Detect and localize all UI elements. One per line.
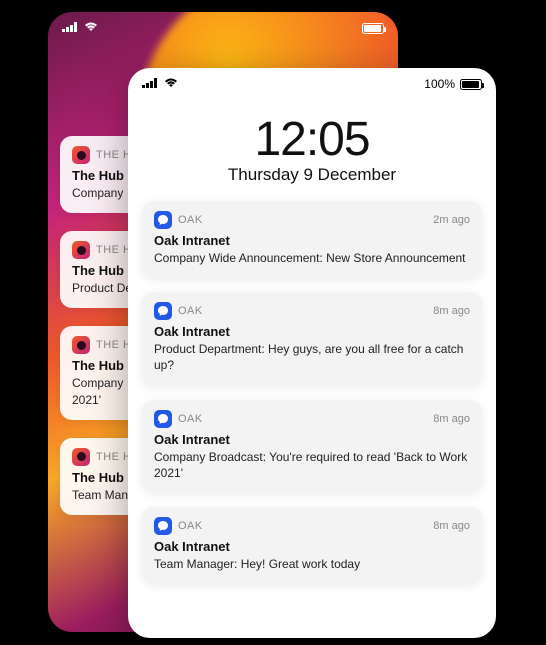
notification-time: 8m ago <box>433 520 470 532</box>
notification-time: 8m ago <box>433 413 470 425</box>
oak-app-icon <box>154 302 172 320</box>
clock-date: Thursday 9 December <box>128 165 496 185</box>
notification-title: Oak Intranet <box>154 432 470 447</box>
hub-app-icon <box>72 146 90 164</box>
app-label: OAK <box>178 520 203 532</box>
hub-app-icon <box>72 336 90 354</box>
notification-title: Oak Intranet <box>154 539 470 554</box>
battery-icon <box>460 79 482 90</box>
oak-app-icon <box>154 211 172 229</box>
notification-body: Product Department: Hey guys, are you al… <box>154 341 470 373</box>
notification-time: 2m ago <box>433 214 470 226</box>
status-bar-front: 100% <box>128 68 496 94</box>
signal-icon <box>62 21 78 35</box>
oak-app-icon <box>154 410 172 428</box>
lock-screen-clock: 12:05 Thursday 9 December <box>128 112 496 185</box>
app-label: OAK <box>178 305 203 317</box>
battery-icon <box>362 23 384 34</box>
wifi-icon <box>164 77 178 91</box>
notification-stack-front: OAK 2m ago Oak Intranet Company Wide Ann… <box>128 201 496 584</box>
notification-title: Oak Intranet <box>154 324 470 339</box>
clock-time: 12:05 <box>128 112 496 167</box>
hub-app-icon <box>72 241 90 259</box>
notification-card[interactable]: OAK 2m ago Oak Intranet Company Wide Ann… <box>142 201 482 278</box>
notification-card[interactable]: OAK 8m ago Oak Intranet Company Broadcas… <box>142 400 482 493</box>
notification-card[interactable]: OAK 8m ago Oak Intranet Team Manager: He… <box>142 507 482 584</box>
notification-card[interactable]: OAK 8m ago Oak Intranet Product Departme… <box>142 292 482 385</box>
hub-app-icon <box>72 448 90 466</box>
battery-pct-front: 100% <box>424 77 455 91</box>
app-label: OAK <box>178 413 203 425</box>
notification-title: Oak Intranet <box>154 233 470 248</box>
oak-app-icon <box>154 517 172 535</box>
notification-body: Company Broadcast: You're required to re… <box>154 449 470 481</box>
phone-front: 100% 12:05 Thursday 9 December OAK 2m ag… <box>128 68 496 638</box>
notification-time: 8m ago <box>433 305 470 317</box>
notification-body: Team Manager: Hey! Great work today <box>154 556 470 572</box>
notification-body: Company Wide Announcement: New Store Ann… <box>154 250 470 266</box>
app-label: OAK <box>178 214 203 226</box>
wifi-icon <box>84 21 98 35</box>
signal-icon <box>142 77 158 91</box>
